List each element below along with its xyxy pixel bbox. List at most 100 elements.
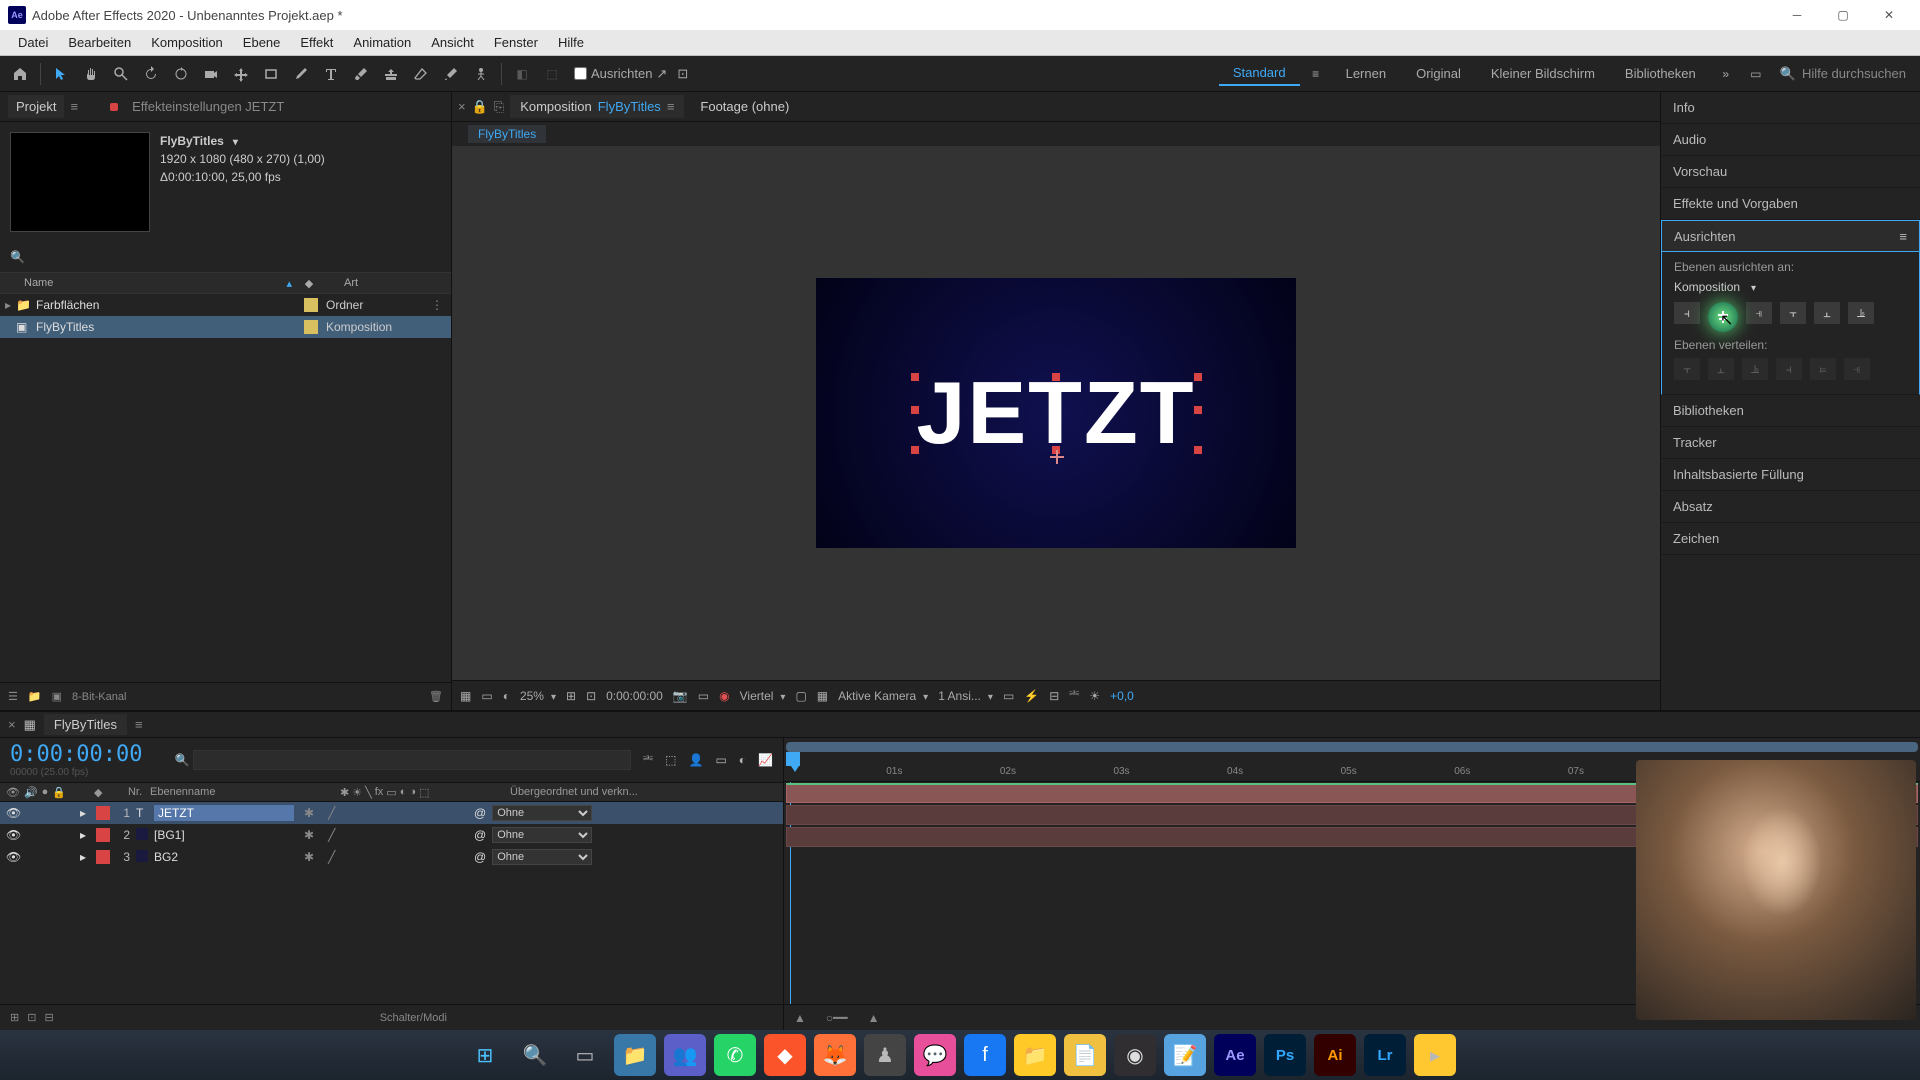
- composition-viewport[interactable]: JETZT: [452, 146, 1660, 680]
- comp-flow-icon[interactable]: ⎘: [494, 99, 504, 115]
- menu-hilfe[interactable]: Hilfe: [548, 32, 594, 53]
- expand-icon[interactable]: ▸: [0, 298, 16, 312]
- selection-tool[interactable]: [47, 60, 75, 88]
- expand-icon[interactable]: ▸: [80, 850, 86, 864]
- selection-handle[interactable]: [1052, 373, 1060, 381]
- illustrator-icon[interactable]: Ai: [1314, 1034, 1356, 1076]
- timeline-timecode[interactable]: 0:00:00:00: [10, 742, 142, 767]
- snap-opt2-icon[interactable]: ⊡: [677, 66, 688, 82]
- transparency-icon[interactable]: ▦: [817, 689, 828, 703]
- interpret-icon[interactable]: ☰: [8, 690, 18, 703]
- parent-dropdown[interactable]: Ohne: [492, 805, 592, 821]
- workspace-standard[interactable]: Standard: [1219, 61, 1300, 86]
- zoom-tool[interactable]: [107, 60, 135, 88]
- explorer-icon[interactable]: 📁: [614, 1034, 656, 1076]
- menu-datei[interactable]: Datei: [8, 32, 58, 53]
- pan-behind-tool[interactable]: [227, 60, 255, 88]
- workspace-menu-icon[interactable]: ≡: [1302, 60, 1330, 88]
- views-dropdown[interactable]: 1 Ansi...: [938, 689, 993, 703]
- panel-menu-icon[interactable]: ≡: [1899, 229, 1907, 244]
- workspace-overflow-icon[interactable]: »: [1712, 60, 1740, 88]
- whatsapp-icon[interactable]: ✆: [714, 1034, 756, 1076]
- timeline-tab[interactable]: FlyByTitles: [44, 714, 127, 735]
- menu-ansicht[interactable]: Ansicht: [421, 32, 484, 53]
- rotation-tool[interactable]: [167, 60, 195, 88]
- panel-zeichen[interactable]: Zeichen: [1661, 523, 1920, 555]
- number-col-header[interactable]: Nr.: [120, 786, 150, 798]
- menu-bearbeiten[interactable]: Bearbeiten: [58, 32, 141, 53]
- layer-label[interactable]: [96, 850, 110, 864]
- roto-brush-tool[interactable]: [437, 60, 465, 88]
- align-top-button[interactable]: ⫟: [1780, 302, 1806, 324]
- rectangle-tool[interactable]: [257, 60, 285, 88]
- exposure-value[interactable]: +0,0: [1110, 689, 1134, 703]
- zoom-slider[interactable]: ○━━: [826, 1011, 848, 1025]
- toggle-modes-icon[interactable]: ⊡: [27, 1011, 36, 1024]
- switch-3d-icon[interactable]: ⬚: [419, 786, 429, 799]
- layer-name[interactable]: [BG1]: [154, 828, 294, 842]
- parent-pick-whip-icon[interactable]: @: [474, 850, 486, 864]
- snapshot-icon[interactable]: 📷: [673, 689, 688, 703]
- timeline-render-icon[interactable]: ▦: [24, 717, 36, 733]
- menu-animation[interactable]: Animation: [343, 32, 421, 53]
- puppet-tool[interactable]: [467, 60, 495, 88]
- lock-col-icon[interactable]: 🔒: [52, 786, 66, 799]
- composition-canvas[interactable]: JETZT: [816, 278, 1296, 548]
- zoom-dropdown[interactable]: 25%: [520, 689, 556, 703]
- eraser-tool[interactable]: [407, 60, 435, 88]
- parent-dropdown[interactable]: Ohne: [492, 849, 592, 865]
- timeline-tab-menu-icon[interactable]: ≡: [135, 717, 143, 732]
- timeline-close-icon[interactable]: ×: [8, 717, 16, 732]
- panel-absatz[interactable]: Absatz: [1661, 491, 1920, 523]
- layername-col-header[interactable]: Ebenenname: [150, 786, 330, 798]
- switch-fx-icon[interactable]: fx: [375, 786, 384, 799]
- align-right-button[interactable]: ⫣: [1746, 302, 1772, 324]
- graph-editor-icon[interactable]: 📈: [758, 753, 773, 767]
- solo-col-icon[interactable]: ●: [42, 786, 49, 799]
- selection-handle[interactable]: [911, 373, 919, 381]
- messenger-icon[interactable]: 💬: [914, 1034, 956, 1076]
- snap-opt-icon[interactable]: ↗: [656, 66, 667, 82]
- home-button[interactable]: [6, 60, 34, 88]
- panel-bibliotheken[interactable]: Bibliotheken: [1661, 395, 1920, 427]
- after-effects-icon[interactable]: Ae: [1214, 1034, 1256, 1076]
- close-button[interactable]: ✕: [1866, 0, 1912, 30]
- playhead[interactable]: [786, 752, 800, 766]
- flowchart-icon[interactable]: ⎃: [1069, 688, 1079, 703]
- trash-icon[interactable]: 🗑: [429, 690, 443, 703]
- switch-quality-icon[interactable]: ╲: [365, 786, 372, 799]
- switch-collapse-icon[interactable]: ☀: [352, 786, 362, 799]
- help-search[interactable]: 🔍 Hilfe durchsuchen: [1772, 66, 1914, 82]
- switch-motionblur-icon[interactable]: ◐: [400, 786, 407, 799]
- timeline-search-icon[interactable]: 🔍: [174, 753, 189, 767]
- app2-icon[interactable]: 📄: [1064, 1034, 1106, 1076]
- workspace-original[interactable]: Original: [1402, 62, 1475, 85]
- align-target-dropdown[interactable]: Komposition: [1674, 278, 1907, 296]
- grid-icon[interactable]: ⊡: [586, 689, 596, 703]
- panel-effekte[interactable]: Effekte und Vorgaben: [1661, 188, 1920, 220]
- brush-tool[interactable]: [347, 60, 375, 88]
- work-area-bar[interactable]: [786, 742, 1918, 752]
- layer-label[interactable]: [96, 806, 110, 820]
- color-icon[interactable]: ◉: [719, 689, 729, 703]
- timeline-icon[interactable]: ⊟: [1049, 689, 1059, 703]
- timeline-layer-3[interactable]: 👁 ▸ 3 BG2 ✱╱ @Ohne: [0, 846, 783, 868]
- visibility-col-icon[interactable]: 👁: [6, 786, 20, 799]
- workspace-bibliotheken[interactable]: Bibliotheken: [1611, 62, 1710, 85]
- hand-tool[interactable]: [77, 60, 105, 88]
- minimize-button[interactable]: ─: [1774, 0, 1820, 30]
- motion-blur-icon[interactable]: ◐: [739, 753, 746, 767]
- switch-frameblend-icon[interactable]: ▭: [386, 786, 396, 799]
- photoshop-icon[interactable]: Ps: [1264, 1034, 1306, 1076]
- switches-modes-toggle[interactable]: Schalter/Modi: [54, 1012, 773, 1024]
- show-snapshot-icon[interactable]: ▭: [698, 689, 709, 703]
- project-search[interactable]: 🔍: [0, 242, 451, 272]
- pen-tool[interactable]: [287, 60, 315, 88]
- panel-inhaltsfuellung[interactable]: Inhaltsbasierte Füllung: [1661, 459, 1920, 491]
- search-taskbar-icon[interactable]: 🔍: [514, 1034, 556, 1076]
- selection-handle[interactable]: [911, 446, 919, 454]
- panel-tracker[interactable]: Tracker: [1661, 427, 1920, 459]
- mask-toggle-icon[interactable]: ◐: [503, 689, 510, 703]
- visibility-toggle[interactable]: 👁: [6, 806, 20, 820]
- project-tab-menu-icon[interactable]: ≡: [70, 99, 78, 114]
